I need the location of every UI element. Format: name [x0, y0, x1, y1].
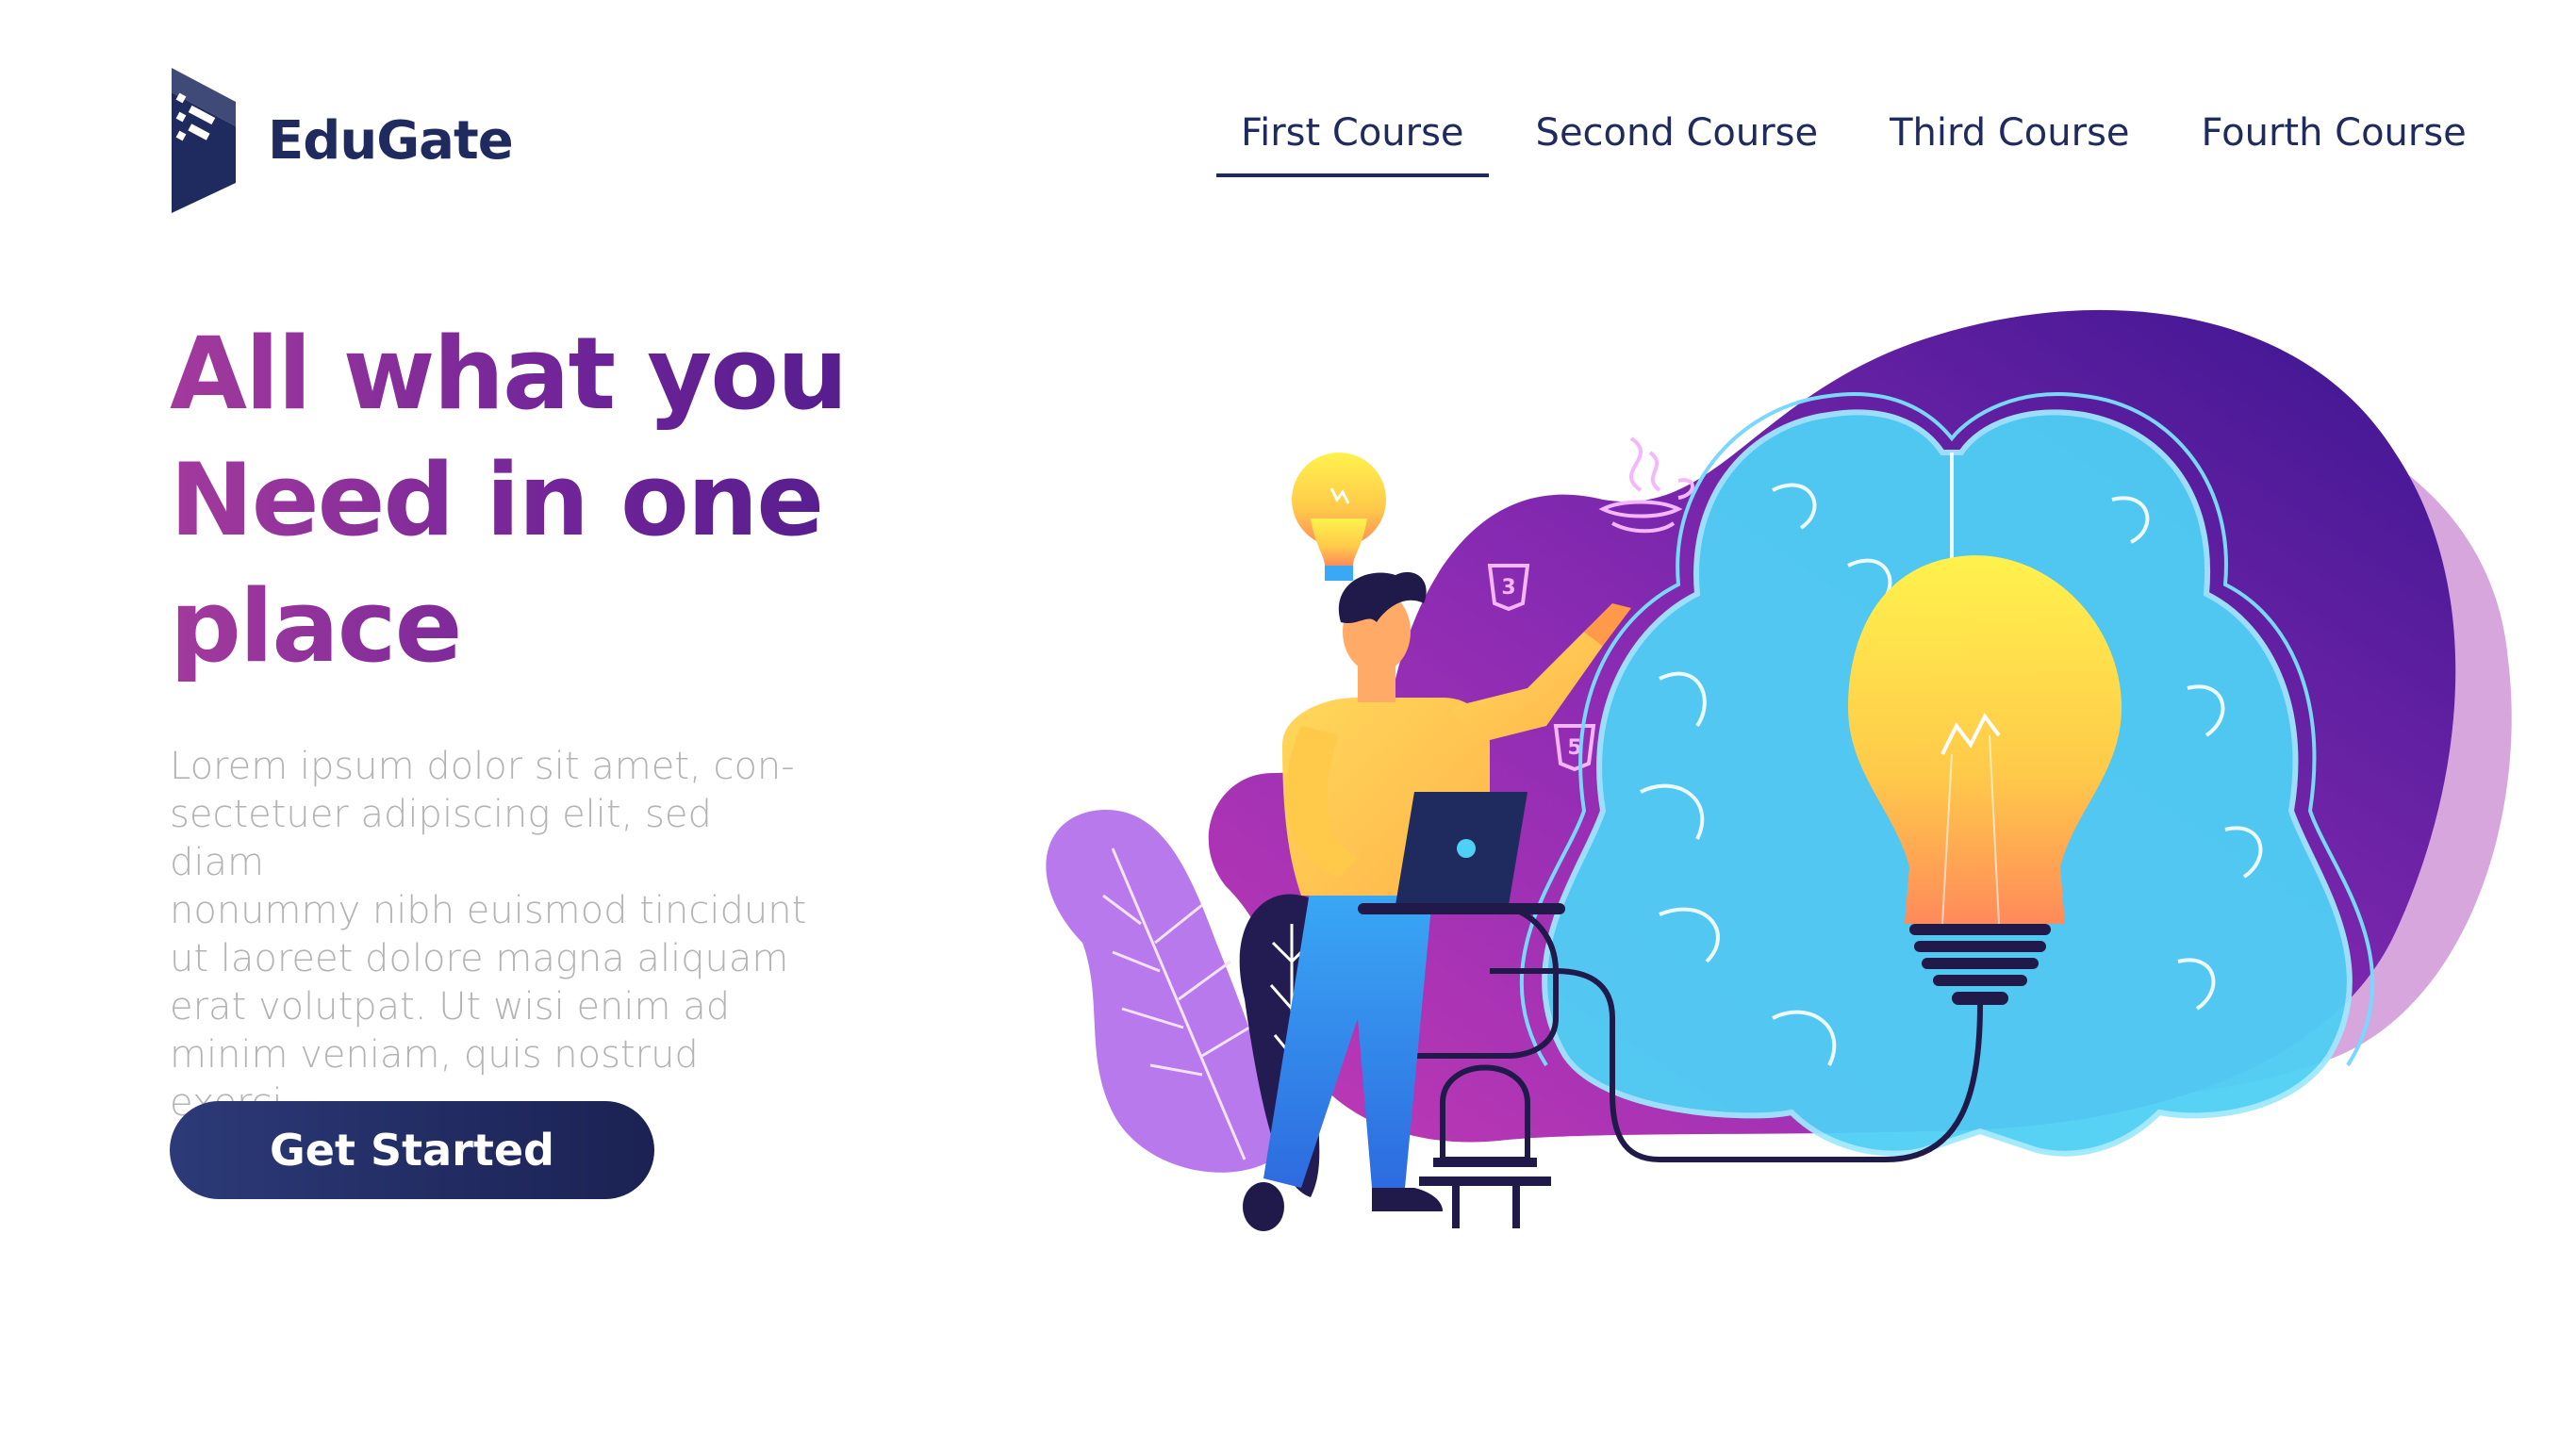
hero-description: Lorem ipsum dolor sit amet, con- sectetu…	[170, 743, 811, 1127]
headline-line-1: All what you	[170, 316, 847, 432]
nav-item-fourth-course[interactable]: Fourth Course	[2177, 102, 2491, 177]
main-nav: First Course Second Course Third Course …	[1216, 102, 2514, 177]
description-line: nonummy nibh euismod tincidunt	[170, 889, 807, 932]
headline-line-2: Need in one	[170, 442, 823, 558]
small-lightbulb-icon	[1292, 452, 1386, 581]
get-started-button[interactable]: Get Started	[170, 1101, 654, 1199]
description-line: ut laoreet dolore magna aliquam	[170, 937, 789, 980]
svg-text:3: 3	[1501, 576, 1515, 600]
headline-line-3: place	[170, 568, 461, 684]
nav-item-third-course[interactable]: Third Course	[1865, 102, 2154, 177]
logo-icon	[172, 68, 236, 213]
hero-illustration: 3 5	[1046, 309, 2512, 1231]
nav-item-second-course[interactable]: Second Course	[1511, 102, 1843, 177]
description-line: erat volutpat. Ut wisi enim ad	[170, 985, 731, 1028]
description-line: Lorem ipsum dolor sit amet, con-	[170, 745, 795, 788]
description-line: sectetuer adipiscing elit, sed diam	[170, 793, 712, 884]
nav-item-first-course[interactable]: First Course	[1216, 102, 1489, 177]
hero-headline: All what you Need in one place	[170, 311, 943, 690]
brand-name: EduGate	[268, 109, 514, 172]
logo[interactable]: EduGate	[168, 68, 514, 213]
